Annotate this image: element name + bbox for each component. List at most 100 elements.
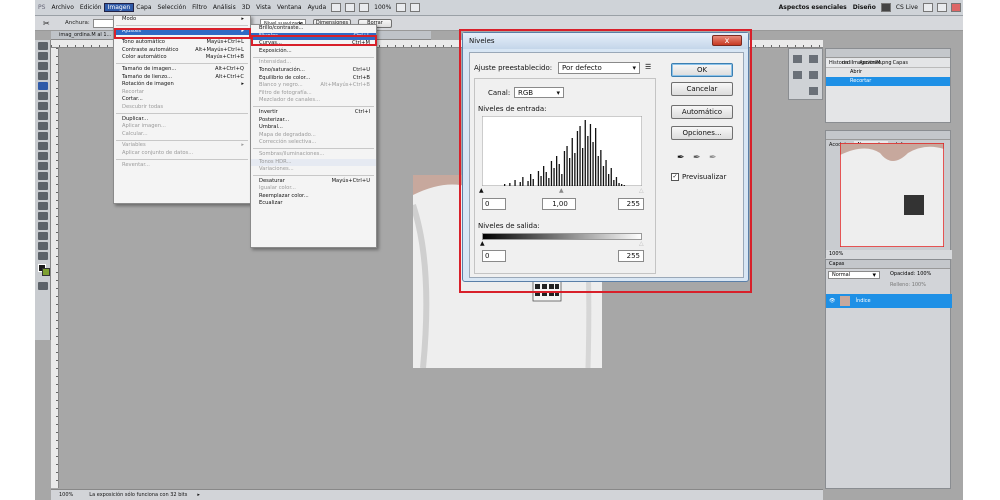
imagen-item-0[interactable]: Modo ▸ bbox=[114, 16, 250, 24]
imagen-item-16[interactable]: Aplicar imagen... bbox=[114, 123, 250, 131]
channel-dropdown[interactable]: RGB bbox=[514, 87, 564, 98]
menu-capa[interactable]: Capa bbox=[133, 4, 154, 11]
cs-live-button[interactable]: CS Live bbox=[893, 4, 921, 11]
blur-tool-icon[interactable] bbox=[38, 162, 48, 170]
input-slider-track[interactable]: ▲ ▲ △ bbox=[479, 187, 644, 194]
healing-tool-icon[interactable] bbox=[38, 102, 48, 110]
status-zoom[interactable]: 100% bbox=[51, 492, 81, 498]
imagen-item-11[interactable]: Recortar bbox=[114, 89, 250, 97]
navigator-thumbnail[interactable] bbox=[840, 143, 944, 247]
crop-tool-icon[interactable] bbox=[38, 82, 48, 90]
black-point-slider[interactable]: ▲ bbox=[479, 187, 484, 194]
path-select-tool-icon[interactable] bbox=[38, 202, 48, 210]
zoom-level[interactable]: 100% bbox=[371, 4, 394, 11]
workspace-essentials[interactable]: Aspectos esenciales bbox=[776, 4, 850, 11]
black-eyedropper-icon[interactable]: ✒ bbox=[677, 153, 685, 163]
input-white-field[interactable]: 255 bbox=[618, 198, 644, 210]
tab-capas-hist[interactable]: Capas bbox=[890, 59, 911, 67]
preset-options-icon[interactable]: ☰ bbox=[645, 63, 651, 71]
imagen-item-10[interactable]: Rotación de imagen ▸ bbox=[114, 81, 250, 89]
pen-tool-icon[interactable] bbox=[38, 182, 48, 190]
ajustes-item-6[interactable]: Tono/saturación... Ctrl+U bbox=[251, 67, 376, 75]
dodge-tool-icon[interactable] bbox=[38, 172, 48, 180]
menu-vista[interactable]: Vista bbox=[253, 4, 274, 11]
zoom-tool-icon[interactable] bbox=[38, 252, 48, 260]
document-tab[interactable]: imag_ordina.M al 1... bbox=[59, 32, 111, 38]
history-item-abrir[interactable]: Abrir bbox=[826, 68, 950, 77]
output-black-slider[interactable]: ▲ bbox=[480, 240, 485, 247]
layer-row-indice[interactable]: 👁 Índice bbox=[826, 294, 952, 308]
gray-eyedropper-icon[interactable]: ✒ bbox=[693, 153, 701, 163]
menu-edicion[interactable]: Edición bbox=[77, 4, 105, 11]
tool-preset-icon[interactable]: ✂ bbox=[43, 19, 50, 28]
ajustes-item-0[interactable]: Brillo/contraste... bbox=[251, 25, 376, 33]
menu-seleccion[interactable]: Selección bbox=[155, 4, 190, 11]
stamp-tool-icon[interactable] bbox=[38, 122, 48, 130]
dock-icon-info[interactable] bbox=[809, 87, 818, 95]
white-eyedropper-icon[interactable]: ✒ bbox=[709, 153, 717, 163]
menu-ventana[interactable]: Ventana bbox=[274, 4, 305, 11]
ajustes-item-16[interactable]: Corrección selectiva... bbox=[251, 139, 376, 147]
gamma-slider[interactable]: ▲ bbox=[559, 187, 564, 194]
maximize-icon[interactable] bbox=[937, 3, 947, 12]
options-button[interactable]: Opciones... bbox=[671, 126, 733, 140]
white-point-slider[interactable]: △ bbox=[639, 187, 644, 194]
layers-tab[interactable]: Capas bbox=[826, 260, 950, 269]
ok-button[interactable]: OK bbox=[671, 63, 733, 77]
status-arrow-icon[interactable]: ▸ bbox=[197, 492, 200, 498]
output-gradient[interactable] bbox=[482, 233, 642, 240]
dock-icon-swatch[interactable] bbox=[809, 71, 818, 79]
bridge-icon[interactable] bbox=[331, 3, 342, 12]
lasso-tool-icon[interactable] bbox=[38, 62, 48, 70]
workspace-design[interactable]: Diseño bbox=[850, 4, 879, 11]
workspace-more-icon[interactable] bbox=[880, 3, 891, 12]
ajustes-item-8[interactable]: Blanco y negro... Alt+Mayús+Ctrl+B bbox=[251, 82, 376, 90]
shape-tool-icon[interactable] bbox=[38, 212, 48, 220]
ajustes-item-23[interactable]: Igualar color... bbox=[251, 185, 376, 193]
imagen-item-15[interactable]: Duplicar... bbox=[114, 116, 250, 124]
input-gamma-field[interactable]: 1,00 bbox=[542, 198, 576, 210]
marquee-tool-icon[interactable] bbox=[38, 52, 48, 60]
hand-tool-icon[interactable] bbox=[38, 242, 48, 250]
ajustes-item-12[interactable]: Invertir Ctrl+I bbox=[251, 109, 376, 117]
ajustes-item-3[interactable]: Exposición... bbox=[251, 48, 376, 56]
history-item-recortar[interactable]: Recortar bbox=[826, 77, 950, 86]
visibility-eye-icon[interactable]: 👁 bbox=[826, 298, 838, 304]
imagen-item-4[interactable]: Tono automático Mayús+Ctrl+L bbox=[114, 39, 250, 47]
dock-icon-actions[interactable] bbox=[809, 55, 818, 63]
menu-analisis[interactable]: Análisis bbox=[210, 4, 239, 11]
ajustes-item-25[interactable]: Ecualizar bbox=[251, 200, 376, 208]
eyedropper-tool-icon[interactable] bbox=[38, 92, 48, 100]
navigator-zoom[interactable]: 100% bbox=[826, 250, 952, 259]
ajustes-item-2[interactable]: Curvas... Ctrl+M bbox=[251, 40, 376, 48]
3d-rotate-tool-icon[interactable] bbox=[38, 222, 48, 230]
imagen-item-20[interactable]: Aplicar conjunto de datos... bbox=[114, 150, 250, 158]
auto-button[interactable]: Automático bbox=[671, 105, 733, 119]
menu-3d[interactable]: 3D bbox=[239, 4, 253, 11]
output-white-field[interactable]: 255 bbox=[618, 250, 644, 262]
quick-select-tool-icon[interactable] bbox=[38, 72, 48, 80]
imagen-item-13[interactable]: Descubrir todas bbox=[114, 104, 250, 112]
ajustes-item-5[interactable]: Intensidad... bbox=[251, 59, 376, 67]
output-black-field[interactable]: 0 bbox=[482, 250, 506, 262]
3d-camera-tool-icon[interactable] bbox=[38, 232, 48, 240]
imagen-item-22[interactable]: Reventar... bbox=[114, 162, 250, 170]
screen-mode-icon[interactable] bbox=[410, 3, 421, 12]
ajustes-item-10[interactable]: Mezclador de canales... bbox=[251, 97, 376, 105]
imagen-item-19[interactable]: Variables ▸ bbox=[114, 142, 250, 150]
imagen-item-2[interactable]: Ajustes ▸ bbox=[114, 27, 250, 36]
ajustes-item-14[interactable]: Umbral... bbox=[251, 124, 376, 132]
output-white-slider[interactable]: △ bbox=[639, 240, 644, 247]
dock-icon-brush[interactable] bbox=[793, 71, 802, 79]
menu-archivo[interactable]: Archivo bbox=[48, 4, 76, 11]
menu-ayuda[interactable]: Ayuda bbox=[305, 4, 330, 11]
arrange-docs-icon[interactable] bbox=[396, 3, 407, 12]
brush-tool-icon[interactable] bbox=[38, 112, 48, 120]
ajustes-item-22[interactable]: Desaturar Mayús+Ctrl+U bbox=[251, 178, 376, 186]
view-extras-icon[interactable] bbox=[359, 3, 370, 12]
preset-dropdown[interactable]: Por defecto bbox=[558, 62, 640, 74]
gradient-tool-icon[interactable] bbox=[38, 152, 48, 160]
close-window-icon[interactable] bbox=[951, 3, 961, 12]
ajustes-item-18[interactable]: Sombras/iluminaciones... bbox=[251, 151, 376, 159]
history-brush-tool-icon[interactable] bbox=[38, 132, 48, 140]
